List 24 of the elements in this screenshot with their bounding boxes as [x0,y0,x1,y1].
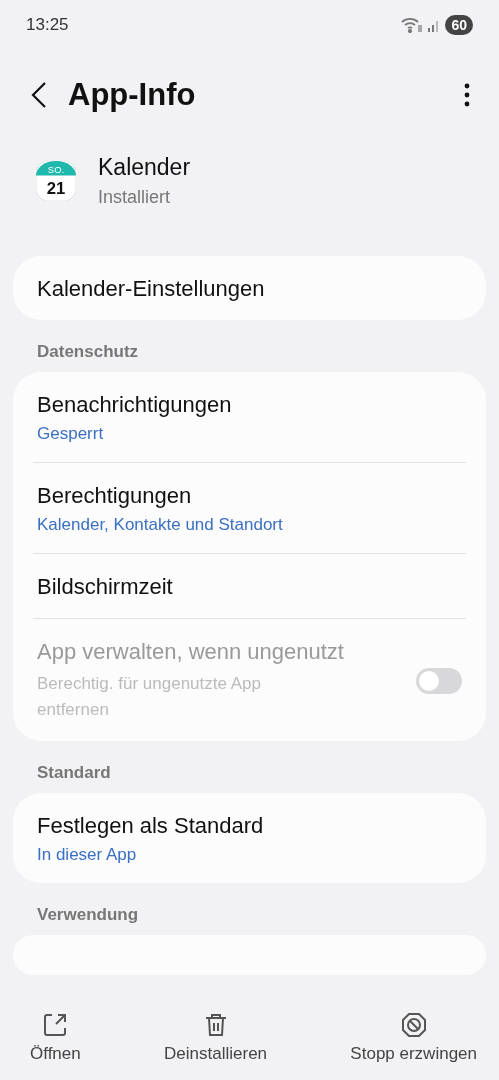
settings-item[interactable]: Berechtigungen Kalender, Kontakte und Standort [13,463,486,553]
stop-icon [400,1012,427,1038]
page-title: App-Info [68,77,197,113]
calendar-app-icon: SO. 21 [36,161,76,201]
settings-item[interactable]: Benachrichtigungen Gesperrt [13,372,486,462]
setting-title: App verwalten, wenn ungenutzt [37,639,345,665]
action-button[interactable]: Deinstallieren [160,1000,272,1080]
action-button[interactable]: Stopp erzwingen [346,1000,481,1080]
app-name: Kalender [98,154,191,181]
section-heading: Verwendung [36,904,140,926]
settings-item[interactable]: Kalender-Einstellungen [13,256,486,320]
back-button[interactable] [30,81,48,109]
setting-description: Berechtig. für ungenutzte App entfernen [37,673,262,721]
battery-level: 60 [445,15,473,35]
app-status: Installiert [98,187,172,208]
open-external-icon [42,1012,69,1038]
settings-item[interactable]: Bildschirmzeit [13,554,486,618]
section-heading: Standard [36,762,112,784]
wifi-icon [401,17,424,33]
action-button[interactable]: Öffnen [26,1000,85,1080]
settings-item[interactable]: Festlegen als Standard In dieser App [13,793,486,883]
more-options-button[interactable] [463,83,471,107]
section-heading: Datenschutz [36,341,140,363]
clock: 13:25 [26,15,69,35]
